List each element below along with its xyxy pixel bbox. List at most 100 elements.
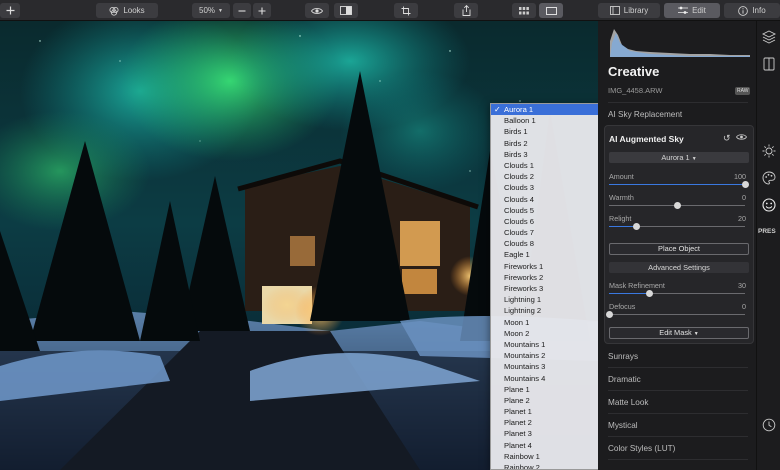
sky-menu-item[interactable]: Clouds 6 bbox=[491, 216, 608, 227]
edit-panel: Creative IMG_4458.ARW RAW AI Sky Replace… bbox=[598, 21, 756, 470]
amount-slider-thumb[interactable] bbox=[741, 181, 749, 188]
sky-menu-item[interactable]: Fireworks 2 bbox=[491, 272, 608, 283]
tab-info[interactable]: Info bbox=[724, 3, 780, 18]
presets-label[interactable]: PRES bbox=[758, 228, 776, 235]
looks-button[interactable]: Looks bbox=[96, 3, 158, 18]
filter-mystical[interactable]: Mystical bbox=[608, 421, 638, 430]
sky-menu-item[interactable]: Clouds 5 bbox=[491, 205, 608, 216]
sky-menu-item[interactable]: Eagle 1 bbox=[491, 249, 608, 260]
sky-menu-item[interactable]: Lightning 2 bbox=[491, 305, 608, 316]
sky-object-menu[interactable]: ✓ Aurora 1 Balloon 1 Birds 1 Birds 2 Birds 3C… bbox=[490, 103, 609, 470]
sky-menu-item[interactable]: Moon 2 bbox=[491, 328, 608, 339]
sky-menu-item-label: Moon 1 bbox=[504, 317, 530, 327]
defocus-slider[interactable] bbox=[605, 311, 745, 318]
sky-menu-item-label: Moon 2 bbox=[504, 328, 530, 338]
edit-mask-button[interactable]: Edit Mask ▼ bbox=[609, 327, 749, 339]
sky-menu-item[interactable]: Fireworks 1 bbox=[491, 261, 608, 272]
sky-menu-item[interactable]: Lightning 1 bbox=[491, 294, 608, 305]
warmth-slider-thumb[interactable] bbox=[673, 202, 681, 209]
sky-object-select[interactable]: Aurora 1 ▼ bbox=[609, 152, 749, 163]
sky-menu-item[interactable]: Clouds 4 bbox=[491, 194, 608, 205]
divider bbox=[608, 436, 748, 437]
plus-icon bbox=[6, 6, 14, 15]
sky-menu-item[interactable]: Planet 3 bbox=[491, 428, 608, 439]
zoom-value: 50% bbox=[199, 6, 216, 15]
sky-menu-item[interactable]: ✓ Aurora 1 bbox=[491, 104, 608, 116]
sky-menu-item[interactable]: Plane 2 bbox=[491, 395, 608, 406]
sky-menu-item[interactable]: Mountains 2 bbox=[491, 350, 608, 361]
crop-button[interactable] bbox=[394, 3, 418, 18]
sky-menu-item[interactable]: Clouds 2 bbox=[491, 171, 608, 182]
sky-menu-item[interactable]: Clouds 3 bbox=[491, 182, 608, 193]
mask-refinement-slider-fill bbox=[609, 293, 650, 294]
zoom-in-button[interactable] bbox=[253, 3, 271, 18]
amount-slider-fill bbox=[609, 184, 745, 185]
relight-slider[interactable] bbox=[609, 223, 745, 230]
filter-color-styles[interactable]: Color Styles (LUT) bbox=[608, 444, 675, 453]
advanced-settings-toggle[interactable]: Advanced Settings bbox=[609, 262, 749, 273]
relight-slider-thumb[interactable] bbox=[632, 223, 640, 230]
history-icon[interactable] bbox=[762, 418, 776, 432]
chevron-down-icon: ▼ bbox=[218, 7, 223, 14]
compare-button[interactable] bbox=[334, 3, 358, 18]
mask-refinement-slider-thumb[interactable] bbox=[646, 290, 654, 297]
sky-replacement-header[interactable]: AI Sky Replacement bbox=[608, 110, 682, 119]
add-button[interactable] bbox=[0, 3, 20, 18]
tool-rail: PRES bbox=[756, 21, 780, 470]
relight-value: 20 bbox=[738, 214, 746, 223]
mask-refinement-slider[interactable] bbox=[609, 290, 745, 297]
sky-menu-item[interactable]: Balloon 1 bbox=[491, 115, 608, 126]
sky-menu-item[interactable]: Fireworks 3 bbox=[491, 283, 608, 294]
sky-menu-item-label: Clouds 6 bbox=[504, 216, 534, 226]
sky-menu-item[interactable]: Clouds 1 bbox=[491, 160, 608, 171]
sky-menu-item[interactable]: Clouds 8 bbox=[491, 238, 608, 249]
light-icon[interactable] bbox=[762, 144, 776, 158]
sky-menu-item[interactable]: Mountains 3 bbox=[491, 361, 608, 372]
sky-menu-item[interactable]: Rainbow 1 bbox=[491, 451, 608, 462]
filter-matte-look[interactable]: Matte Look bbox=[608, 398, 649, 407]
sky-menu-item[interactable]: Mountains 1 bbox=[491, 339, 608, 350]
sky-menu-item-label: Lightning 1 bbox=[504, 295, 542, 305]
sky-menu-item[interactable]: Birds 2 bbox=[491, 138, 608, 149]
amount-slider[interactable] bbox=[609, 181, 749, 188]
tab-edit[interactable]: Edit bbox=[664, 3, 720, 18]
mask-refinement-value: 30 bbox=[738, 281, 746, 290]
share-button[interactable] bbox=[454, 3, 478, 18]
place-object-button[interactable]: Place Object bbox=[609, 243, 749, 255]
reset-icon[interactable]: ↺ bbox=[723, 133, 731, 144]
color-palette-icon[interactable] bbox=[762, 171, 776, 185]
sky-menu-item[interactable]: Clouds 7 bbox=[491, 227, 608, 238]
single-view-button[interactable] bbox=[539, 3, 563, 18]
sky-menu-item[interactable]: Moon 1 bbox=[491, 317, 608, 328]
zoom-out-button[interactable] bbox=[233, 3, 251, 18]
sky-menu-item[interactable]: Planet 2 bbox=[491, 417, 608, 428]
sky-menu-item[interactable]: Plane 1 bbox=[491, 384, 608, 395]
sky-menu-item[interactable]: Mountains 4 bbox=[491, 373, 608, 384]
sky-menu-item[interactable]: Planet 1 bbox=[491, 406, 608, 417]
relight-label: Relight bbox=[609, 214, 632, 223]
sky-menu-item[interactable]: Rainbow 2 bbox=[491, 462, 608, 469]
sky-menu-item-label: Eagle 1 bbox=[504, 250, 530, 260]
looks-icon bbox=[109, 6, 119, 16]
creative-face-icon[interactable] bbox=[762, 198, 776, 212]
checkmark-icon: ✓ bbox=[494, 105, 501, 114]
sky-menu-item[interactable]: Birds 1 bbox=[491, 126, 608, 137]
tab-library[interactable]: Library bbox=[598, 3, 660, 18]
divider bbox=[608, 413, 748, 414]
divider bbox=[608, 459, 748, 460]
filter-dramatic[interactable]: Dramatic bbox=[608, 375, 641, 384]
grid-icon bbox=[519, 6, 529, 14]
panels-icon[interactable] bbox=[762, 57, 776, 71]
visibility-icon[interactable] bbox=[736, 133, 747, 143]
filter-sunrays[interactable]: Sunrays bbox=[608, 352, 638, 361]
preview-button[interactable] bbox=[305, 3, 329, 18]
warmth-slider[interactable] bbox=[609, 202, 745, 209]
sky-menu-item[interactable]: Birds 3 bbox=[491, 149, 608, 160]
layers-icon[interactable] bbox=[762, 30, 776, 44]
grid-view-button[interactable] bbox=[512, 3, 536, 18]
sky-menu-item-label: Mountains 1 bbox=[504, 339, 546, 349]
defocus-slider-thumb[interactable] bbox=[605, 311, 613, 318]
library-label: Library bbox=[623, 6, 649, 15]
sky-menu-item[interactable]: Planet 4 bbox=[491, 440, 608, 451]
zoom-select[interactable]: 50% ▼ bbox=[192, 3, 230, 18]
